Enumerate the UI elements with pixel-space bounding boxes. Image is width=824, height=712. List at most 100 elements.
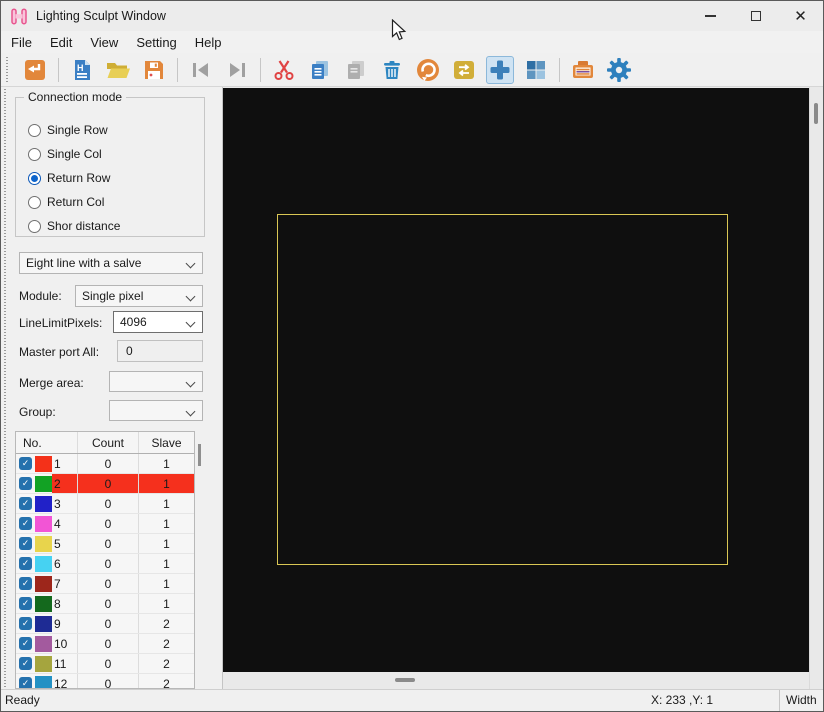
maximize-button[interactable] (733, 1, 778, 31)
close-button[interactable]: ✕ (778, 1, 823, 31)
cell-slave[interactable]: 2 (139, 634, 194, 653)
row-checkbox[interactable]: ✓ (19, 577, 32, 590)
line-mode-select[interactable]: Eight line with a salve (19, 252, 203, 274)
table-row[interactable]: ✓ 12 0 2 (16, 674, 194, 689)
cell-slave[interactable]: 1 (139, 454, 194, 473)
cell-slave[interactable]: 1 (139, 474, 194, 493)
menu-setting[interactable]: Setting (127, 33, 185, 52)
skip-last-button[interactable] (223, 56, 251, 84)
cell-count[interactable]: 0 (78, 554, 139, 573)
line-limit-select[interactable]: 4096 (113, 311, 203, 333)
cell-slave[interactable]: 1 (139, 574, 194, 593)
module-select[interactable]: Single pixel (75, 285, 203, 307)
cell-slave[interactable]: 2 (139, 674, 194, 689)
cell-count[interactable]: 0 (78, 494, 139, 513)
cell-count[interactable]: 0 (78, 634, 139, 653)
vertical-scrollbar-thumb[interactable] (814, 103, 818, 124)
sidebar-grip[interactable] (3, 89, 8, 687)
settings-button[interactable] (605, 56, 633, 84)
table-row[interactable]: ✓ 7 0 1 (16, 574, 194, 594)
menu-view[interactable]: View (81, 33, 127, 52)
skip-first-button[interactable] (187, 56, 215, 84)
table-row[interactable]: ✓ 8 0 1 (16, 594, 194, 614)
table-row[interactable]: ✓ 2 0 1 (16, 474, 194, 494)
cell-count[interactable]: 0 (78, 674, 139, 688)
cell-slave[interactable]: 2 (139, 614, 194, 633)
radio-return-row[interactable]: Return Row (28, 168, 110, 188)
cell-slave[interactable]: 1 (139, 554, 194, 573)
radio-label: Single Col (47, 147, 102, 161)
table-row[interactable]: ✓ 5 0 1 (16, 534, 194, 554)
table-row[interactable]: ✓ 3 0 1 (16, 494, 194, 514)
horizontal-scrollbar[interactable] (223, 672, 809, 689)
save-button[interactable] (140, 56, 168, 84)
row-checkbox[interactable]: ✓ (19, 557, 32, 570)
menu-help[interactable]: Help (186, 33, 231, 52)
add-pixel-button[interactable] (486, 55, 514, 84)
merge-area-select[interactable] (109, 371, 203, 392)
radio-return-col[interactable]: Return Col (28, 192, 104, 212)
delete-button[interactable] (378, 56, 406, 84)
row-checkbox[interactable]: ✓ (19, 617, 32, 630)
row-checkbox[interactable]: ✓ (19, 497, 32, 510)
table-row[interactable]: ✓ 11 0 2 (16, 654, 194, 674)
cell-count[interactable]: 0 (78, 534, 139, 553)
table-row[interactable]: ✓ 10 0 2 (16, 634, 194, 654)
cell-count[interactable]: 0 (78, 454, 139, 473)
import-button[interactable] (21, 56, 49, 84)
cell-count[interactable]: 0 (78, 474, 139, 493)
menu-edit[interactable]: Edit (41, 33, 81, 52)
table-row[interactable]: ✓ 9 0 2 (16, 614, 194, 634)
cell-count[interactable]: 0 (78, 574, 139, 593)
design-canvas[interactable] (223, 88, 809, 672)
connection-mode-group: Connection mode Single Row Single Col Retu… (15, 90, 205, 237)
table-row[interactable]: ✓ 6 0 1 (16, 554, 194, 574)
horizontal-scrollbar-thumb[interactable] (395, 678, 415, 682)
minimize-button[interactable] (688, 1, 733, 31)
table-scrollbar-thumb[interactable] (198, 444, 201, 466)
rotate-button[interactable] (414, 56, 442, 84)
row-checkbox[interactable]: ✓ (19, 597, 32, 610)
vertical-scrollbar[interactable] (809, 87, 823, 689)
row-checkbox[interactable]: ✓ (19, 477, 32, 490)
cell-count[interactable]: 0 (78, 614, 139, 633)
row-checkbox[interactable]: ✓ (19, 637, 32, 650)
cell-slave[interactable]: 1 (139, 594, 194, 613)
open-folder-button[interactable] (104, 56, 132, 84)
row-checkbox[interactable]: ✓ (19, 657, 32, 670)
menu-file[interactable]: File (2, 33, 41, 52)
paste-button[interactable] (342, 56, 370, 84)
col-header-count[interactable]: Count (78, 432, 139, 453)
layout-outline-rect[interactable] (277, 214, 728, 565)
swap-button[interactable] (450, 56, 478, 84)
cell-count[interactable]: 0 (78, 654, 139, 673)
cell-slave[interactable]: 1 (139, 534, 194, 553)
cell-slave[interactable]: 1 (139, 494, 194, 513)
table-row[interactable]: ✓ 4 0 1 (16, 514, 194, 534)
toolbar-grip[interactable] (5, 56, 10, 83)
cell-slave[interactable]: 1 (139, 514, 194, 533)
module-value: Single pixel (82, 289, 144, 303)
group-select[interactable] (109, 400, 203, 421)
col-header-slave[interactable]: Slave (139, 432, 194, 453)
row-checkbox[interactable]: ✓ (19, 457, 32, 470)
copy-button[interactable] (306, 56, 334, 84)
trash-icon (384, 60, 400, 79)
cell-count[interactable]: 0 (78, 594, 139, 613)
new-file-button[interactable]: H (68, 56, 96, 84)
radio-single-row[interactable]: Single Row (28, 120, 108, 140)
cell-count[interactable]: 0 (78, 514, 139, 533)
radio-shor-distance[interactable]: Shor distance (28, 216, 120, 236)
radio-single-col[interactable]: Single Col (28, 144, 102, 164)
cell-slave[interactable]: 2 (139, 654, 194, 673)
master-port-input[interactable]: 0 (117, 340, 203, 362)
table-row[interactable]: ✓ 1 0 1 (16, 454, 194, 474)
layout-grid-button[interactable] (522, 56, 550, 84)
color-chip (35, 535, 52, 552)
row-checkbox[interactable]: ✓ (19, 537, 32, 550)
test-device-button[interactable] (569, 56, 597, 84)
row-checkbox[interactable]: ✓ (19, 677, 32, 688)
cut-button[interactable] (270, 56, 298, 84)
col-header-no[interactable]: No. (16, 432, 78, 453)
row-checkbox[interactable]: ✓ (19, 517, 32, 530)
